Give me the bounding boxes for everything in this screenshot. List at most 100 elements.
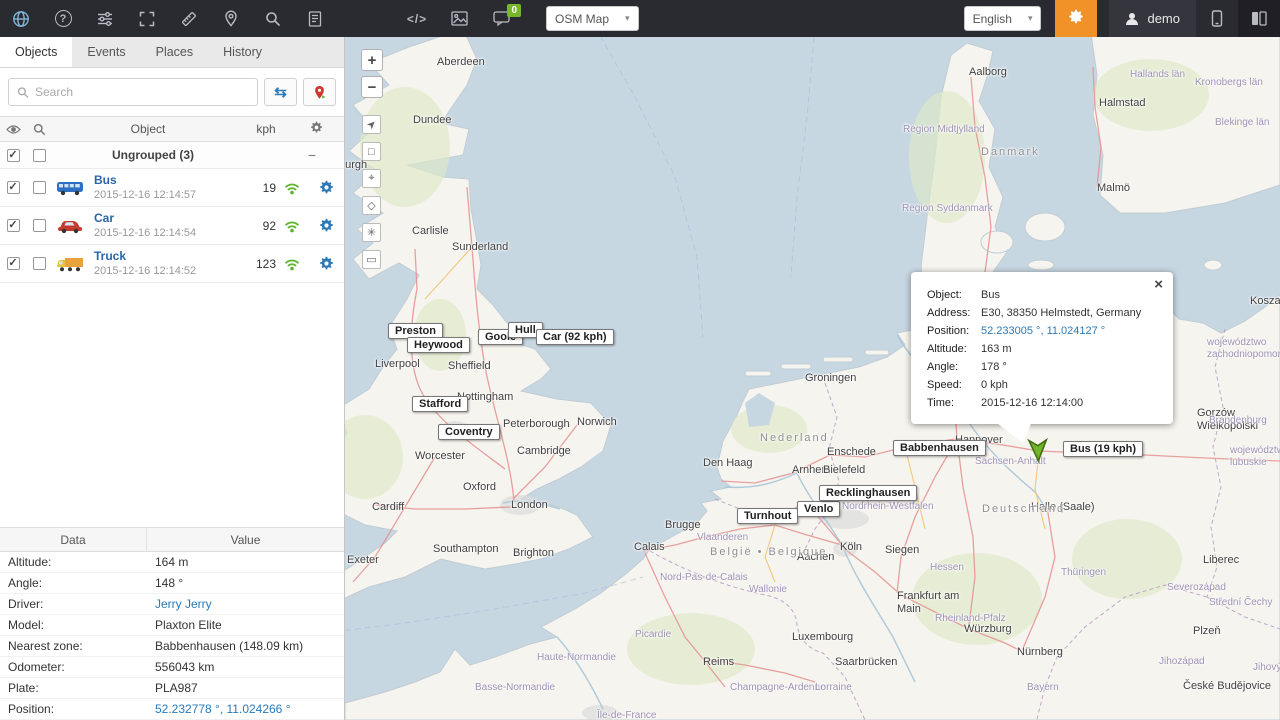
object-marker-label[interactable]: Car (92 kph) xyxy=(536,329,614,345)
map-type-select[interactable]: OSM Map ▾ xyxy=(546,6,639,31)
object-row[interactable]: ✓Bus2015-12-16 12:14:5719 xyxy=(0,169,344,207)
data-value: Babbenhausen (148.09 km) xyxy=(147,639,344,653)
popup-field-label: Speed: xyxy=(927,376,981,394)
quick-settings-button[interactable] xyxy=(1055,0,1097,37)
settings-column-header[interactable] xyxy=(288,121,344,137)
popup-field-value[interactable]: 52.233005 °, 11.024127 ° xyxy=(981,322,1159,340)
object-name[interactable]: Bus xyxy=(94,173,246,189)
object-visibility-checkbox[interactable]: ✓ xyxy=(7,181,20,194)
settings-sliders-icon[interactable] xyxy=(84,0,126,37)
binoculars-icon[interactable]: ⌖ xyxy=(362,169,381,188)
popup-row: Angle:178 ° xyxy=(927,358,1159,376)
tab-objects[interactable]: Objects xyxy=(0,37,72,67)
nav-arrow-icon[interactable]: ➤ xyxy=(362,115,381,134)
data-label: Plate: xyxy=(0,681,147,695)
code-icon[interactable]: </> xyxy=(396,0,438,37)
data-row: Odometer:556043 km xyxy=(0,657,344,678)
object-select-checkbox[interactable] xyxy=(33,257,46,270)
data-value[interactable]: Jerry Jerry xyxy=(147,597,344,611)
object-select-checkbox[interactable] xyxy=(33,219,46,232)
box-select-icon[interactable]: □ xyxy=(362,142,381,161)
gallery-icon[interactable] xyxy=(438,0,480,37)
fullscreen-icon[interactable] xyxy=(126,0,168,37)
place-marker-label[interactable]: Stafford xyxy=(412,396,468,412)
object-row[interactable]: ✓Truck2015-12-16 12:14:52123 xyxy=(0,245,344,283)
fit-markers-button[interactable] xyxy=(303,78,336,106)
place-marker-label[interactable]: Venlo xyxy=(797,501,840,517)
data-row: Driver:Jerry Jerry xyxy=(0,594,344,615)
object-settings-icon[interactable] xyxy=(308,218,344,233)
popup-field-value: Bus xyxy=(981,286,1159,304)
data-row: Plate:PLA987 xyxy=(0,678,344,699)
data-value[interactable]: 52.232778 °, 11.024266 ° xyxy=(147,702,344,716)
box-select-icon-glyph: □ xyxy=(368,146,375,158)
places-pin-icon[interactable] xyxy=(210,0,252,37)
group-select-checkbox[interactable] xyxy=(33,149,46,162)
object-visibility-checkbox[interactable]: ✓ xyxy=(7,257,20,270)
wrench-icon xyxy=(310,121,323,137)
language-select[interactable]: English ▾ xyxy=(964,6,1042,31)
object-select-checkbox[interactable] xyxy=(33,181,46,194)
data-value: PLA987 xyxy=(147,681,344,695)
user-icon xyxy=(1125,12,1139,26)
object-name[interactable]: Truck xyxy=(94,249,246,265)
popup-close-icon[interactable]: × xyxy=(1154,277,1163,292)
object-settings-icon[interactable] xyxy=(308,180,344,195)
reports-icon[interactable] xyxy=(294,0,336,37)
data-label: Angle: xyxy=(0,576,147,590)
popup-field-label: Time: xyxy=(927,394,981,412)
zoom-in-button[interactable]: + xyxy=(361,49,383,71)
data-label: Position: xyxy=(0,702,147,716)
data-value: 148 ° xyxy=(147,576,344,590)
cluster-icon[interactable]: ✳ xyxy=(362,223,381,242)
object-name[interactable]: Car xyxy=(94,211,246,227)
group-row[interactable]: ✓ Ungrouped (3) − xyxy=(0,142,344,169)
tab-history[interactable]: History xyxy=(208,37,277,67)
place-marker-label[interactable]: Recklinghausen xyxy=(819,485,917,501)
eye-icon[interactable] xyxy=(0,124,26,135)
place-marker-label[interactable]: Turnhout xyxy=(737,508,798,524)
object-timestamp: 2015-12-16 12:14:52 xyxy=(94,264,246,278)
object-row[interactable]: ✓Car2015-12-16 12:14:5492 xyxy=(0,207,344,245)
place-marker-label[interactable]: Heywood xyxy=(407,337,470,353)
popup-field-value: 163 m xyxy=(981,340,1159,358)
object-visibility-checkbox[interactable]: ✓ xyxy=(7,219,20,232)
signal-icon xyxy=(276,219,308,233)
group-label: Ungrouped (3) xyxy=(52,148,280,162)
ruler-icon[interactable]: ▭ xyxy=(362,250,381,269)
search-icon xyxy=(17,86,29,99)
reload-objects-button[interactable]: ⇆ xyxy=(264,78,297,106)
object-settings-icon[interactable] xyxy=(308,256,344,271)
kph-column-header[interactable]: kph xyxy=(244,122,288,136)
map[interactable]: AberdeenDundeeEdinburghCarlisleSunderlan… xyxy=(345,37,1280,720)
chat-icon[interactable]: 0 xyxy=(480,0,522,37)
search-input[interactable] xyxy=(35,85,249,99)
object-marker-label[interactable]: Bus (19 kph) xyxy=(1063,441,1143,457)
magnifier-icon[interactable] xyxy=(26,123,52,136)
tab-places[interactable]: Places xyxy=(141,37,209,67)
group-visibility-checkbox[interactable]: ✓ xyxy=(7,149,20,162)
ruler-icon[interactable] xyxy=(168,0,210,37)
collapse-group-icon[interactable]: − xyxy=(280,147,344,163)
data-table-body: Altitude:164 m Angle:148 ° Driver:Jerry Je… xyxy=(0,552,344,720)
bus-direction-arrow[interactable] xyxy=(1025,437,1051,466)
object-column-header[interactable]: Object xyxy=(52,122,244,136)
help-icon[interactable]: ? xyxy=(42,0,84,37)
popup-field-label: Angle: xyxy=(927,358,981,376)
polygon-icon[interactable]: ◇ xyxy=(362,196,381,215)
tab-events[interactable]: Events xyxy=(72,37,140,67)
logo-globe-icon[interactable] xyxy=(0,0,42,37)
place-marker-label[interactable]: Babbenhausen xyxy=(893,440,986,456)
username: demo xyxy=(1147,11,1180,26)
vehicle-icon-bus xyxy=(52,180,88,196)
panel-toggle-icon[interactable] xyxy=(1238,0,1280,37)
mobile-icon[interactable] xyxy=(1196,0,1238,37)
user-menu[interactable]: demo xyxy=(1109,0,1196,37)
place-marker-label[interactable]: Coventry xyxy=(438,424,500,440)
data-label: Odometer: xyxy=(0,660,147,674)
search-icon[interactable] xyxy=(252,0,294,37)
zoom-out-button[interactable]: − xyxy=(361,76,383,98)
popup-row: Time:2015-12-16 12:14:00 xyxy=(927,394,1159,412)
data-row: Altitude:164 m xyxy=(0,552,344,573)
data-value: 556043 km xyxy=(147,660,344,674)
